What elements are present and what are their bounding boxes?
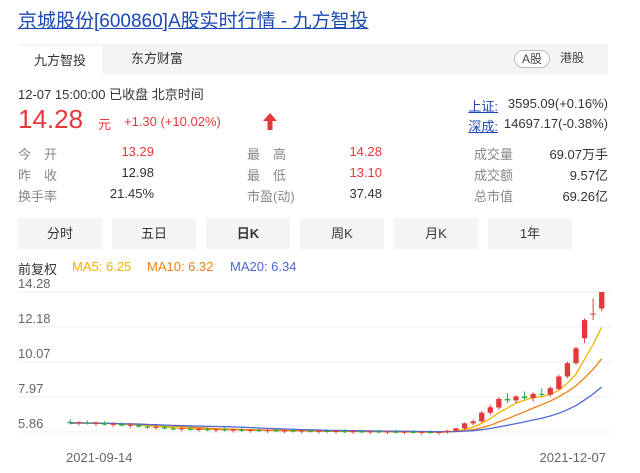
- ma5-line: [70, 327, 603, 433]
- y-tick-label: 14.28: [18, 276, 51, 291]
- candle-body: [247, 430, 253, 432]
- candle-body: [196, 429, 202, 431]
- candle-body: [461, 423, 468, 429]
- candle-body: [170, 428, 176, 430]
- candle-body: [281, 430, 288, 432]
- candle-body: [573, 348, 579, 364]
- candle-body: [521, 396, 528, 399]
- candle-body: [230, 429, 236, 431]
- candle-body: [539, 393, 545, 395]
- candle-body: [324, 431, 331, 433]
- candle-body: [67, 421, 73, 424]
- candle-body: [453, 428, 459, 431]
- candle-body: [556, 376, 562, 389]
- candle-body: [119, 424, 125, 426]
- candle-body: [393, 431, 399, 433]
- candle-body: [221, 429, 228, 431]
- x-tick-label: 2021-09-14: [66, 450, 133, 465]
- y-tick-label: 5.86: [18, 416, 43, 431]
- candle-body: [401, 431, 408, 433]
- candle-body: [367, 431, 373, 433]
- kline-chart[interactable]: 14.28 12.18 10.07 7.97 5.86 2021-09-14 2021-12…: [0, 0, 640, 473]
- candle-body: [144, 426, 151, 428]
- candle-body: [239, 429, 245, 431]
- candle-body: [479, 412, 485, 422]
- candle-body: [581, 319, 588, 339]
- candle-body: [213, 429, 219, 431]
- candle-body: [307, 430, 313, 432]
- candle-body: [376, 431, 382, 433]
- y-tick-label: 12.18: [18, 311, 51, 326]
- candle-body: [590, 313, 596, 315]
- candle-body: [419, 431, 425, 433]
- candle-body: [136, 425, 142, 427]
- candle-body: [350, 431, 356, 433]
- candle-body: [487, 407, 493, 413]
- candle-body: [273, 430, 279, 432]
- candle-body: [496, 398, 502, 408]
- candle-body: [299, 430, 305, 432]
- candle-body: [316, 430, 322, 432]
- candle-body: [179, 428, 185, 430]
- candle-body: [436, 432, 442, 433]
- candle-body: [359, 431, 365, 433]
- candle-body: [444, 430, 451, 432]
- candle-body: [110, 423, 116, 425]
- candle-body: [427, 432, 433, 433]
- candle-body: [187, 428, 193, 430]
- candle-body: [333, 431, 339, 433]
- candle-body: [127, 424, 133, 426]
- candle-body: [204, 429, 211, 431]
- candle-body: [564, 363, 571, 377]
- y-tick-label: 10.07: [18, 346, 51, 361]
- candle-body: [504, 398, 511, 401]
- candle-body: [153, 426, 159, 428]
- candle-body: [384, 431, 391, 433]
- ma10-line: [70, 358, 603, 433]
- candle-body: [547, 388, 553, 395]
- candle-body: [264, 430, 271, 432]
- candle-body: [93, 422, 99, 424]
- candle-body: [101, 423, 108, 425]
- candle-body: [256, 430, 262, 432]
- y-tick-label: 7.97: [18, 381, 43, 396]
- ma20-line: [70, 386, 603, 433]
- candle-body: [76, 422, 82, 424]
- candle-body: [513, 396, 519, 401]
- x-tick-label: 2021-12-07: [540, 450, 607, 465]
- candle-body: [410, 431, 416, 433]
- candle-body: [161, 427, 168, 429]
- candle-body: [84, 422, 91, 424]
- candle-body: [290, 430, 296, 432]
- candle-body: [530, 393, 536, 399]
- candle-body: [470, 421, 476, 424]
- candle-body: [341, 431, 348, 433]
- candle-body: [599, 292, 605, 309]
